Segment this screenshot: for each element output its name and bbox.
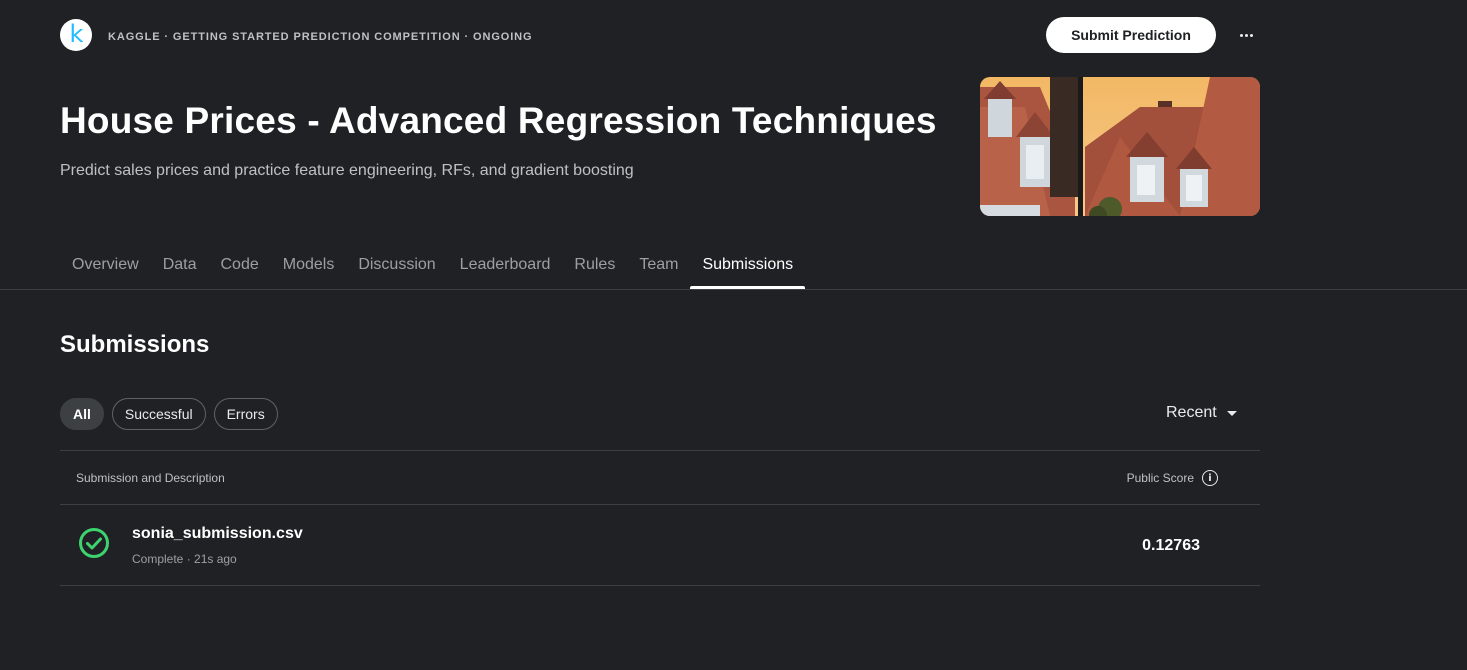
tab-team[interactable]: Team: [627, 250, 690, 290]
tab-submissions[interactable]: Submissions: [690, 250, 805, 290]
info-icon[interactable]: i: [1202, 470, 1218, 486]
column-header-public-score: Public Score i: [1127, 470, 1218, 486]
caret-down-icon: [1226, 410, 1237, 416]
table-row: sonia_submission.csv Complete · 21s ago …: [60, 505, 1260, 585]
page-title: House Prices - Advanced Regression Techn…: [60, 100, 937, 141]
sort-label: Recent: [1166, 404, 1217, 421]
page-subtitle: Predict sales prices and practice featur…: [60, 162, 634, 179]
filter-all-chip[interactable]: All: [60, 398, 104, 430]
column-header-submission: Submission and Description: [76, 471, 225, 485]
more-options-button[interactable]: [1230, 19, 1262, 51]
submissions-table: Submission and Description Public Score …: [60, 450, 1260, 586]
tab-leaderboard[interactable]: Leaderboard: [448, 250, 563, 290]
breadcrumb: KAGGLE · GETTING STARTED PREDICTION COMP…: [108, 31, 533, 43]
submission-file-name[interactable]: sonia_submission.csv: [132, 525, 303, 543]
tab-overview[interactable]: Overview: [60, 250, 151, 290]
tab-code[interactable]: Code: [208, 250, 270, 290]
kaggle-logo[interactable]: k: [60, 19, 92, 51]
public-score-value: 0.12763: [1142, 537, 1200, 554]
section-title: Submissions: [60, 331, 210, 358]
tab-models[interactable]: Models: [271, 250, 347, 290]
sort-dropdown[interactable]: Recent: [1166, 404, 1237, 422]
more-horiz-icon: [1239, 33, 1243, 37]
competition-tabs: Overview Data Code Models Discussion Lea…: [60, 250, 805, 290]
submission-status-meta: Complete · 21s ago: [132, 552, 237, 566]
filter-errors-chip[interactable]: Errors: [213, 398, 278, 430]
submission-filters: All Successful Errors: [60, 398, 278, 430]
tab-rules[interactable]: Rules: [562, 250, 627, 290]
table-header: Submission and Description Public Score …: [60, 451, 1260, 504]
table-divider: [60, 585, 1260, 586]
rooftops-illustration: [980, 77, 1260, 216]
tab-data[interactable]: Data: [151, 250, 209, 290]
filter-successful-chip[interactable]: Successful: [111, 398, 206, 430]
check-circle-icon: [79, 528, 109, 558]
page: k KAGGLE · GETTING STARTED PREDICTION CO…: [0, 0, 1467, 670]
tabs-divider: [0, 289, 1467, 290]
submit-prediction-button[interactable]: Submit Prediction: [1046, 17, 1216, 53]
tab-discussion[interactable]: Discussion: [346, 250, 447, 290]
competition-header-image: [980, 77, 1260, 216]
